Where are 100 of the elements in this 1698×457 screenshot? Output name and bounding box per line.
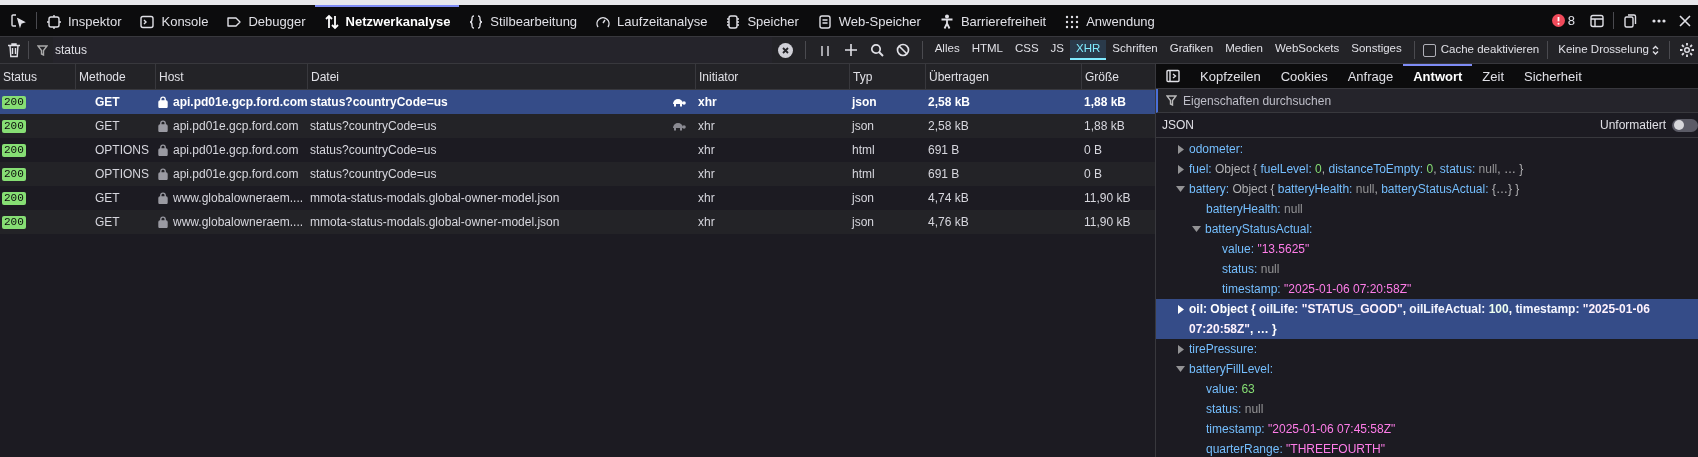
tree-row[interactable]: batteryStatusActual:	[1156, 219, 1698, 239]
request-row[interactable]: 200 GET www.globalowneraem.... mmota-status-modals.global-owner-model.json xhr json 4,76 kB 11,90 kB	[0, 210, 1155, 234]
table-cell-text: xhr	[698, 142, 715, 159]
type-filter-button[interactable]: HTML	[965, 40, 1009, 60]
lock-icon	[158, 144, 168, 156]
chevron-up-down-icon	[1652, 45, 1659, 55]
error-icon	[1551, 14, 1565, 27]
table-cell-text: 4,76 kB	[928, 214, 969, 231]
table-cell-text: 0 B	[1084, 142, 1102, 159]
tree-row[interactable]: battery: Object { batteryHealth: null, batteryStatusActual: {…} }	[1156, 179, 1698, 199]
type-filter-button[interactable]: Alles	[928, 40, 966, 60]
table-cell-text: html	[852, 166, 875, 183]
tree-row[interactable]: quarterRange: "THREEFOURTH"	[1156, 439, 1698, 457]
tree-row[interactable]: status: null	[1156, 259, 1698, 279]
settings-icon	[1679, 42, 1695, 58]
table-cell-text: GET	[95, 190, 120, 207]
table-cell-text: json	[852, 118, 874, 135]
column-header[interactable]: Initiator	[695, 64, 849, 89]
type-filter-button[interactable]: Grafiken	[1163, 40, 1220, 60]
type-filter-button[interactable]: JS	[1044, 40, 1071, 60]
devtools-tab[interactable]: Speicher	[716, 5, 808, 36]
table-cell-text: mmota-status-modals.global-owner-model.json	[310, 190, 560, 207]
devtools-tab[interactable]: Barrierefreiheit	[929, 5, 1056, 36]
devtools-tab[interactable]: Web-Speicher	[807, 5, 930, 36]
caret-down-icon	[1192, 226, 1201, 232]
property-filter-field[interactable]: Eigenschaften durchsuchen	[1181, 89, 1690, 112]
request-row[interactable]: 200 GET api.pd01e.gcp.ford.com status?countryCode=us xhr json 2,58 kB 1,88 kB	[0, 90, 1155, 114]
raw-toggle-switch[interactable]	[1672, 118, 1698, 132]
json-property: timestamp: "2025-01-06 07:20:58Z"	[1222, 281, 1412, 298]
type-filter-button[interactable]: Medien	[1219, 40, 1269, 60]
table-cell-text: xhr	[698, 214, 715, 231]
devtools-tab[interactable]: Stilbearbeitung	[459, 5, 587, 36]
devtools-tab[interactable]: Laufzeitanalyse	[586, 5, 717, 36]
more-icon	[1652, 18, 1666, 23]
lock-icon	[158, 96, 168, 108]
status-badge: 200	[2, 95, 26, 109]
tree-row[interactable]: value: "13.5625"	[1156, 239, 1698, 259]
block-icon	[895, 43, 910, 57]
json-property: fuel: Object { fuelLevel: 0, distanceToEmpty: 0, status: null, … }	[1189, 161, 1524, 178]
json-property: battery: Object { batteryHealth: null, batteryStatusActual: {…} }	[1189, 181, 1520, 198]
cache-checkbox[interactable]	[1422, 43, 1436, 57]
column-header[interactable]: Übertragen	[925, 64, 1081, 89]
column-header[interactable]: Host	[155, 64, 307, 89]
table-cell-text: xhr	[698, 190, 715, 207]
json-property: value: 63	[1206, 381, 1255, 398]
devtools-tab[interactable]: Konsole	[130, 5, 218, 36]
column-header[interactable]: Datei	[307, 64, 695, 89]
lock-icon	[158, 120, 168, 132]
details-tab[interactable]: Kopfzeilen	[1190, 64, 1271, 88]
request-row[interactable]: 200 OPTIONS api.pd01e.gcp.ford.com status?countryCode=us xhr html 691 B 0 B	[0, 162, 1155, 186]
table-cell-text: mmota-status-modals.global-owner-model.json	[310, 214, 560, 231]
column-header[interactable]: Typ	[849, 64, 925, 89]
throttling-select[interactable]: Keine Drosselung	[1554, 41, 1663, 59]
tree-row[interactable]: value: 63	[1156, 379, 1698, 399]
table-cell-text: xhr	[698, 166, 715, 183]
details-tab[interactable]: Cookies	[1270, 64, 1338, 88]
column-header[interactable]: Methode	[75, 64, 155, 89]
json-property: batteryStatusActual:	[1205, 221, 1313, 238]
column-header[interactable]: Status	[0, 64, 75, 89]
table-cell-text: 2,58 kB	[928, 118, 969, 135]
column-header[interactable]: Größe	[1081, 64, 1155, 89]
table-cell-text: json	[852, 190, 874, 207]
table-cell-text: status?countryCode=us	[310, 166, 437, 183]
dock-icon	[1622, 12, 1638, 29]
details-tab[interactable]: Anfrage	[1337, 64, 1404, 88]
request-row[interactable]: 200 GET api.pd01e.gcp.ford.com status?countryCode=us xhr json 2,58 kB 1,88 kB	[0, 114, 1155, 138]
table-cell-text: www.globalowneraem....	[173, 190, 304, 207]
table-cell-text: api.pd01e.gcp.ford.com	[173, 118, 299, 135]
search-icon	[869, 43, 884, 57]
tree-row[interactable]: fuel: Object { fuelLevel: 0, distanceToEmpty: 0, status: null, … }	[1156, 159, 1698, 179]
tree-row[interactable]: batteryFillLevel:	[1156, 359, 1698, 379]
devtools-tab[interactable]: Anwendung	[1055, 5, 1164, 36]
console-icon	[139, 13, 156, 30]
details-tab[interactable]: Zeit	[1472, 64, 1514, 88]
tree-row[interactable]: status: null	[1156, 399, 1698, 419]
tree-row[interactable]: batteryHealth: null	[1156, 199, 1698, 219]
type-filter-button[interactable]: XHR	[1070, 40, 1107, 60]
table-cell-text: GET	[95, 214, 120, 231]
caret-down-icon	[1176, 366, 1185, 372]
tree-row[interactable]: timestamp: "2025-01-06 07:20:58Z"	[1156, 279, 1698, 299]
tree-row[interactable]: oil: Object { oilLife: "STATUS_GOOD", oilLifeActual: 100, timestamp: "2025-01-06 07:20:58Z", … }	[1156, 299, 1698, 339]
details-tab[interactable]: Sicherheit	[1514, 64, 1592, 88]
type-filter-button[interactable]: Schriften	[1106, 40, 1164, 60]
type-filter-button[interactable]: WebSockets	[1268, 40, 1346, 60]
tree-row[interactable]: timestamp: "2025-01-06 07:45:58Z"	[1156, 419, 1698, 439]
tree-row[interactable]: tirePressure:	[1156, 339, 1698, 359]
type-filter-button[interactable]: Sonstiges	[1345, 40, 1408, 60]
type-filter-button[interactable]: CSS	[1008, 40, 1045, 60]
devtools-tab[interactable]: Inspektor	[37, 5, 131, 36]
table-cell-text: 691 B	[928, 166, 960, 183]
json-property: batteryFillLevel:	[1189, 361, 1274, 378]
json-property: oil: Object { oilLife: "STATUS_GOOD", oilLifeActual: 100, timestamp: "2025-01-06 07:20:58Z", … }	[1189, 301, 1651, 338]
layout-icon	[1589, 12, 1605, 29]
devtools-tab[interactable]: Debugger	[217, 5, 315, 36]
table-cell-text: 691 B	[928, 142, 960, 159]
trash-icon	[7, 42, 21, 58]
table-cell-text: 2,58 kB	[928, 94, 971, 111]
url-filter-field[interactable]: status	[53, 37, 772, 63]
status-badge: 200	[2, 215, 26, 229]
tree-row[interactable]: odometer:	[1156, 139, 1698, 159]
